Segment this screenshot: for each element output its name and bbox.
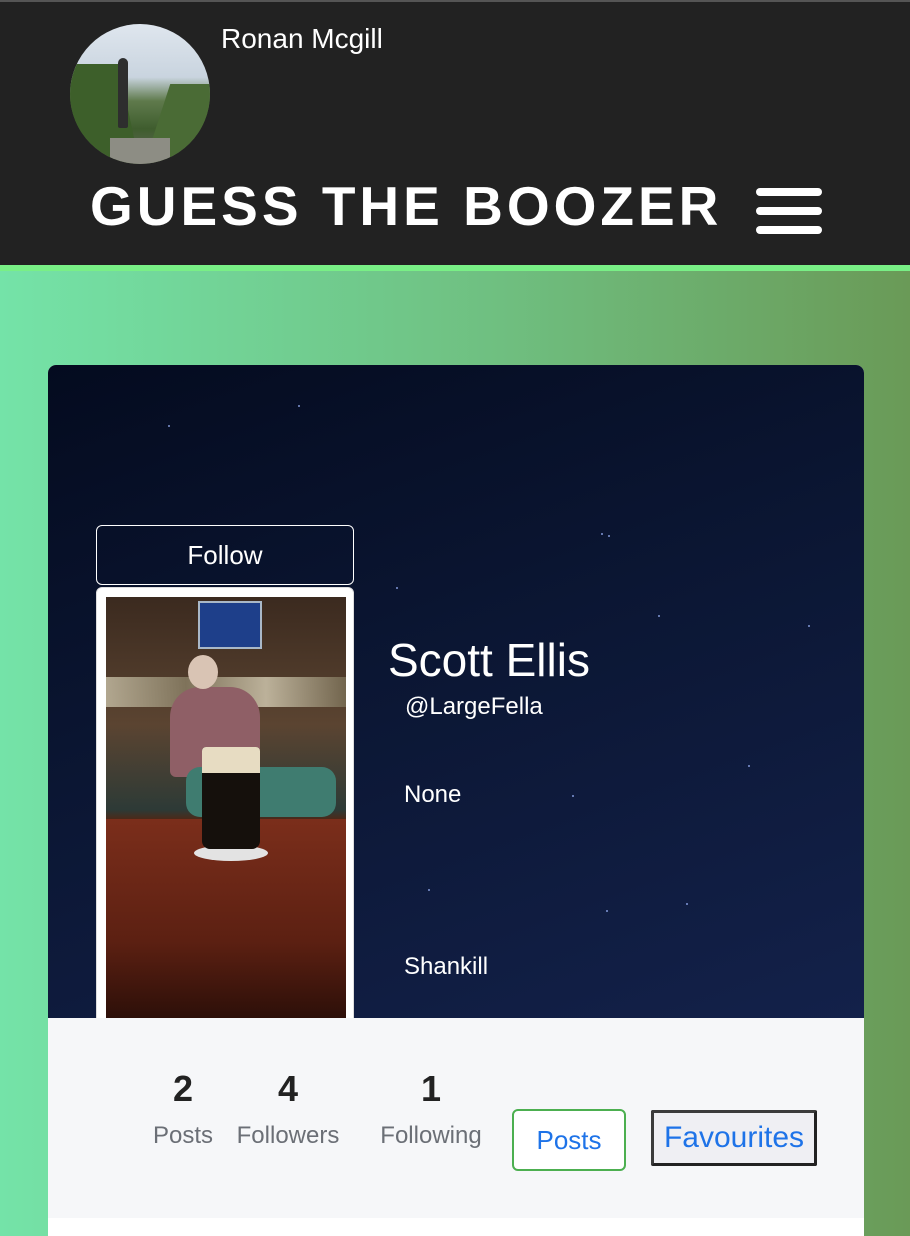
profile-banner: Follow Scott Ellis @LargeFella None Shan… (48, 365, 864, 1033)
menu-bar-top (756, 188, 822, 196)
tab-favourites[interactable]: Favourites (651, 1110, 817, 1166)
stat-following[interactable]: 1 Following (376, 1018, 486, 1150)
photo-pint-foam (202, 747, 260, 773)
star (601, 533, 603, 535)
stat-followers-count: 4 (277, 1068, 299, 1109)
profile-location: Shankill (404, 953, 489, 980)
navbar-accent-line (0, 265, 910, 271)
star (396, 587, 398, 589)
star (808, 625, 810, 627)
tab-posts[interactable]: Posts (512, 1109, 626, 1171)
stat-posts-count: 2 (172, 1068, 194, 1109)
follow-button[interactable]: Follow (96, 525, 354, 585)
star (298, 405, 300, 407)
profile-stats-bar: 2 Posts 4 Followers 1 Following Posts Fa… (48, 1018, 864, 1218)
star (658, 615, 660, 617)
profile-bio: None (404, 781, 462, 808)
star (606, 910, 608, 912)
menu-bar-middle (756, 207, 822, 215)
star (748, 765, 750, 767)
stat-posts-label: Posts (152, 1122, 214, 1149)
menu-bar-bottom (756, 226, 822, 234)
star (686, 903, 688, 905)
top-navbar: Ronan Mcgill GUESS THE BOOZER (0, 0, 910, 265)
star (572, 795, 574, 797)
stat-following-label: Following (380, 1122, 482, 1149)
avatar-person (118, 58, 128, 128)
profile-display-name: Scott Ellis (388, 634, 590, 686)
profile-handle: @LargeFella (405, 693, 543, 720)
avatar-path (110, 138, 170, 164)
hamburger-menu-icon[interactable] (756, 188, 822, 234)
profile-photo (106, 597, 346, 1023)
star (428, 889, 430, 891)
stat-posts: 2 Posts (128, 1018, 238, 1150)
stat-followers[interactable]: 4 Followers (233, 1018, 343, 1150)
profile-card: Follow Scott Ellis @LargeFella None Shan… (48, 365, 864, 1236)
photo-person-head (188, 655, 218, 689)
profile-photo-frame (96, 587, 354, 1033)
stat-followers-label: Followers (236, 1122, 340, 1149)
current-username[interactable]: Ronan Mcgill (221, 23, 383, 55)
user-avatar[interactable] (70, 24, 210, 164)
star (168, 425, 170, 427)
stat-following-count: 1 (420, 1068, 442, 1109)
photo-bar-sign (198, 601, 262, 649)
star (608, 535, 610, 537)
site-brand-title[interactable]: GUESS THE BOOZER (90, 174, 722, 238)
